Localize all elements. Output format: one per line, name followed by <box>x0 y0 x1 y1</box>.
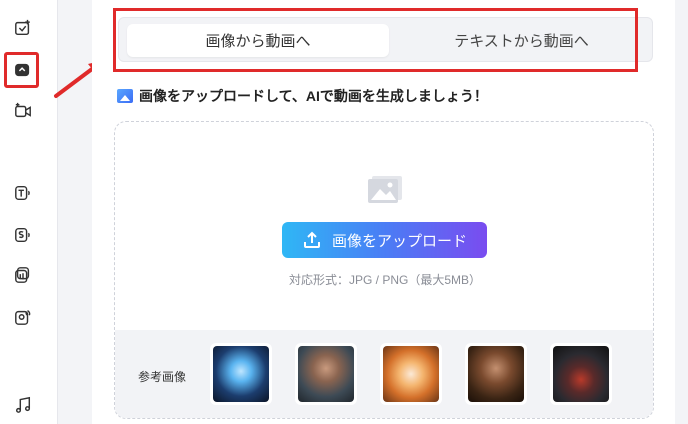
video-plus-icon[interactable] <box>13 101 33 121</box>
image-placeholder-icon <box>368 176 402 203</box>
music-icon[interactable] <box>13 395 33 415</box>
sound-speech-icon[interactable] <box>13 225 33 245</box>
image-plus-icon[interactable] <box>13 18 33 38</box>
upload-button-label: 画像をアップロード <box>331 232 467 250</box>
supported-formats: 対応形式：JPG / PNG（最大5MB） <box>288 273 482 287</box>
headline-text: 画像をアップロードして、AIで動画を生成しましょう！ <box>139 88 488 104</box>
reference-thumb-2[interactable] <box>295 343 357 405</box>
headline: 画像をアップロードして、AIで動画を生成しましょう！ <box>117 86 488 106</box>
tabs-highlight-box <box>113 8 638 72</box>
upload-image-button[interactable]: 画像をアップロード <box>282 222 487 258</box>
sidebar-highlight-box <box>4 52 39 88</box>
reference-thumb-4[interactable] <box>465 343 527 405</box>
text-speech-icon[interactable] <box>13 183 33 203</box>
reference-thumb-3[interactable] <box>380 343 442 405</box>
upload-dropzone[interactable]: 画像をアップロード 対応形式：JPG / PNG（最大5MB） 参考画像 <box>114 121 654 419</box>
upload-icon <box>303 231 320 248</box>
image-icon <box>117 89 133 103</box>
reference-label: 参考画像 <box>138 370 187 384</box>
main-panel: 画像から動画へ テキストから動画へ 画像をアップロードして、AIで動画を生成しま… <box>92 0 675 424</box>
reference-thumb-5[interactable] <box>550 343 612 405</box>
reference-thumb-1[interactable] <box>210 343 272 405</box>
reference-images-strip: 参考画像 <box>115 330 653 418</box>
layers-audio-icon[interactable] <box>13 265 33 285</box>
portrait-audio-icon[interactable] <box>13 307 33 327</box>
